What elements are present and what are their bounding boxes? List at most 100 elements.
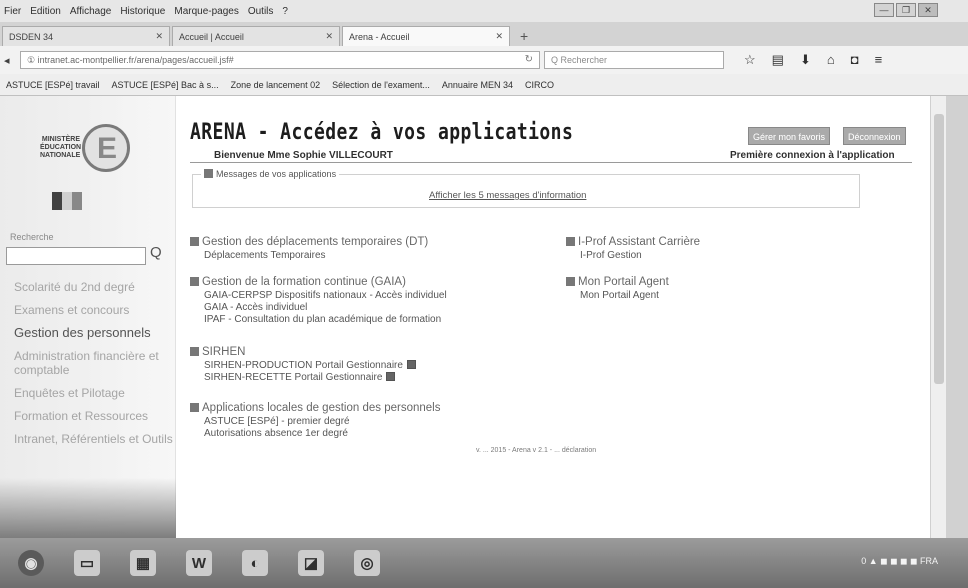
menu-icon[interactable]: ≡ <box>875 52 883 68</box>
sidebar-item-administration[interactable]: Administration financière et comptable <box>14 349 174 377</box>
windows-start-icon[interactable]: ◉ <box>18 550 44 576</box>
divider <box>190 162 912 163</box>
menu-tools[interactable]: Outils <box>248 6 274 17</box>
tab-label: DSDEN 34 <box>9 31 54 42</box>
new-tab-button[interactable]: + <box>512 28 536 46</box>
menu-help[interactable]: ? <box>282 6 288 17</box>
bookmark-item[interactable]: Sélection de l'exament... <box>332 80 430 90</box>
url-input[interactable]: ① intranet.ac-montpellier.fr/arena/pages… <box>20 51 540 69</box>
system-tray[interactable]: 0 ▲ ◼ ◼ ◼ ◼ FRA <box>861 556 938 567</box>
app-link[interactable]: I-Prof Gestion <box>580 250 700 262</box>
web-page: MINISTÈRE ÉDUCATION NATIONALE E Recherch… <box>0 96 930 538</box>
app-icon <box>566 277 575 286</box>
menu-file[interactable]: Fier <box>4 6 21 17</box>
menu-edit[interactable]: Edition <box>30 6 61 17</box>
menu-history[interactable]: Historique <box>120 6 165 17</box>
app-link[interactable]: SIRHEN-PRODUCTION Portail Gestionnaire <box>204 360 416 372</box>
bookmark-item[interactable]: Annuaire MEN 34 <box>442 80 513 90</box>
manage-favorites-button[interactable]: Gérer mon favoris <box>748 127 831 145</box>
bookmark-item[interactable]: CIRCO <box>525 80 554 90</box>
app-group-iprof: I-Prof Assistant Carrière I-Prof Gestion <box>566 236 700 262</box>
pocket-icon[interactable]: ◘ <box>851 52 859 68</box>
close-button[interactable]: ✕ <box>918 3 938 17</box>
sidebar-item-scolarite[interactable]: Scolarité du 2nd degré <box>14 280 174 294</box>
menu-bar: Fier Edition Affichage Historique Marque… <box>0 0 968 22</box>
tab-arena[interactable]: Arena - Accueil ✕ <box>342 26 510 46</box>
home-icon[interactable]: ⌂ <box>827 52 835 68</box>
chrome-icon[interactable]: ◎ <box>354 550 380 576</box>
app-icon[interactable]: ◪ <box>298 550 324 576</box>
tab-close-icon[interactable]: ✕ <box>155 31 163 42</box>
app-icon <box>190 403 199 412</box>
logout-button[interactable]: Déconnexion <box>843 127 906 145</box>
minimize-button[interactable]: — <box>874 3 894 17</box>
bookmarks-bar: ASTUCE [ESPé] travail ASTUCE [ESPé] Bac … <box>0 74 968 96</box>
app-icon <box>190 277 199 286</box>
external-link-icon[interactable] <box>386 372 396 381</box>
navigation-bar: ◂ ① intranet.ac-montpellier.fr/arena/pag… <box>0 46 968 74</box>
tab-close-icon[interactable]: ✕ <box>325 31 333 42</box>
clipboard-icon[interactable]: ▤ <box>772 52 784 68</box>
app-group-title[interactable]: I-Prof Assistant Carrière <box>566 236 700 248</box>
app-link[interactable]: SIRHEN-RECETTE Portail Gestionnaire <box>204 372 416 384</box>
bookmark-item[interactable]: Zone de lancement 02 <box>231 80 321 90</box>
back-icon[interactable]: ◂ <box>4 54 20 67</box>
firefox-icon[interactable]: ◐ <box>242 550 268 576</box>
toolbar-icons: ☆ ▤ ⬇ ⌂ ◘ ≡ <box>744 52 882 68</box>
sidebar-search-input[interactable] <box>6 247 146 265</box>
download-icon[interactable]: ⬇ <box>800 52 811 68</box>
bookmark-item[interactable]: ASTUCE [ESPé] Bac à s... <box>112 80 219 90</box>
search-icon[interactable]: Q <box>150 244 162 261</box>
taskbar: ◉ ▭ ▦ W ◐ ◪ ◎ 0 ▲ ◼ ◼ ◼ ◼ FRA <box>0 538 968 588</box>
app-group-portail-agent: Mon Portail Agent Mon Portail Agent <box>566 276 669 302</box>
app-group-title[interactable]: Gestion des déplacements temporaires (DT… <box>190 236 428 248</box>
window-edge <box>946 96 968 538</box>
library-icon[interactable]: ▦ <box>130 550 156 576</box>
sidebar-item-intranet[interactable]: Intranet, Référentiels et Outils <box>14 432 174 446</box>
sidebar: MINISTÈRE ÉDUCATION NATIONALE E Recherch… <box>0 96 176 538</box>
tab-close-icon[interactable]: ✕ <box>495 31 503 42</box>
app-link[interactable]: GAIA-CERPSP Dispositifs nationaux - Accè… <box>204 290 447 302</box>
welcome-text: Bienvenue Mme Sophie VILLECOURT <box>214 150 393 161</box>
browser-search-input[interactable]: Q Rechercher <box>544 51 724 69</box>
sidebar-item-enquetes[interactable]: Enquêtes et Pilotage <box>14 386 174 400</box>
app-link[interactable]: GAIA - Accès individuel <box>204 302 447 314</box>
sidebar-item-examens[interactable]: Examens et concours <box>14 303 174 317</box>
page-title: ARENA - Accédez à vos applications <box>190 120 574 145</box>
tab-label: Arena - Accueil <box>349 31 410 42</box>
menu-view[interactable]: Affichage <box>70 6 112 17</box>
scrollbar-thumb[interactable] <box>934 114 944 384</box>
sidebar-item-gestion-personnels[interactable]: Gestion des personnels <box>14 326 174 340</box>
external-link-icon[interactable] <box>406 360 416 369</box>
app-link[interactable]: Mon Portail Agent <box>580 290 669 302</box>
app-group-title[interactable]: Gestion de la formation continue (GAIA) <box>190 276 447 288</box>
app-link[interactable]: ASTUCE [ESPé] - premier degré <box>204 416 440 428</box>
url-prefix: ① intranet. <box>27 55 71 65</box>
messages-icon <box>204 169 213 178</box>
app-group-title[interactable]: SIRHEN <box>190 346 416 358</box>
tab-dsden[interactable]: DSDEN 34 ✕ <box>2 26 170 46</box>
maximize-button[interactable]: ❐ <box>896 3 916 17</box>
reload-icon[interactable]: ↻ <box>525 54 533 65</box>
app-link[interactable]: Autorisations absence 1er degré <box>204 428 440 440</box>
app-group-title[interactable]: Mon Portail Agent <box>566 276 669 288</box>
star-icon[interactable]: ☆ <box>744 52 756 68</box>
files-icon[interactable]: ▭ <box>74 550 100 576</box>
messages-panel: Messages de vos applications Afficher le… <box>192 169 860 208</box>
search-label: Recherche <box>10 232 54 242</box>
bookmark-item[interactable]: ASTUCE [ESPé] travail <box>6 80 100 90</box>
app-group-gaia: Gestion de la formation continue (GAIA) … <box>190 276 447 326</box>
app-link[interactable]: Déplacements Temporaires <box>204 250 428 262</box>
messages-link[interactable]: Afficher les 5 messages d'information <box>429 190 586 201</box>
app-group-local: Applications locales de gestion des pers… <box>190 402 440 440</box>
menu-bookmarks[interactable]: Marque-pages <box>174 6 238 17</box>
sidebar-item-formation[interactable]: Formation et Ressources <box>14 409 174 423</box>
page-scrollbar[interactable] <box>930 96 946 538</box>
tab-accueil[interactable]: Accueil | Accueil ✕ <box>172 26 340 46</box>
tab-bar: DSDEN 34 ✕ Accueil | Accueil ✕ Arena - A… <box>0 22 968 46</box>
browser-window: Fier Edition Affichage Historique Marque… <box>0 0 968 588</box>
word-icon[interactable]: W <box>186 550 212 576</box>
app-link[interactable]: IPAF - Consultation du plan académique d… <box>204 314 447 326</box>
app-group-title[interactable]: Applications locales de gestion des pers… <box>190 402 440 414</box>
app-icon <box>190 347 199 356</box>
